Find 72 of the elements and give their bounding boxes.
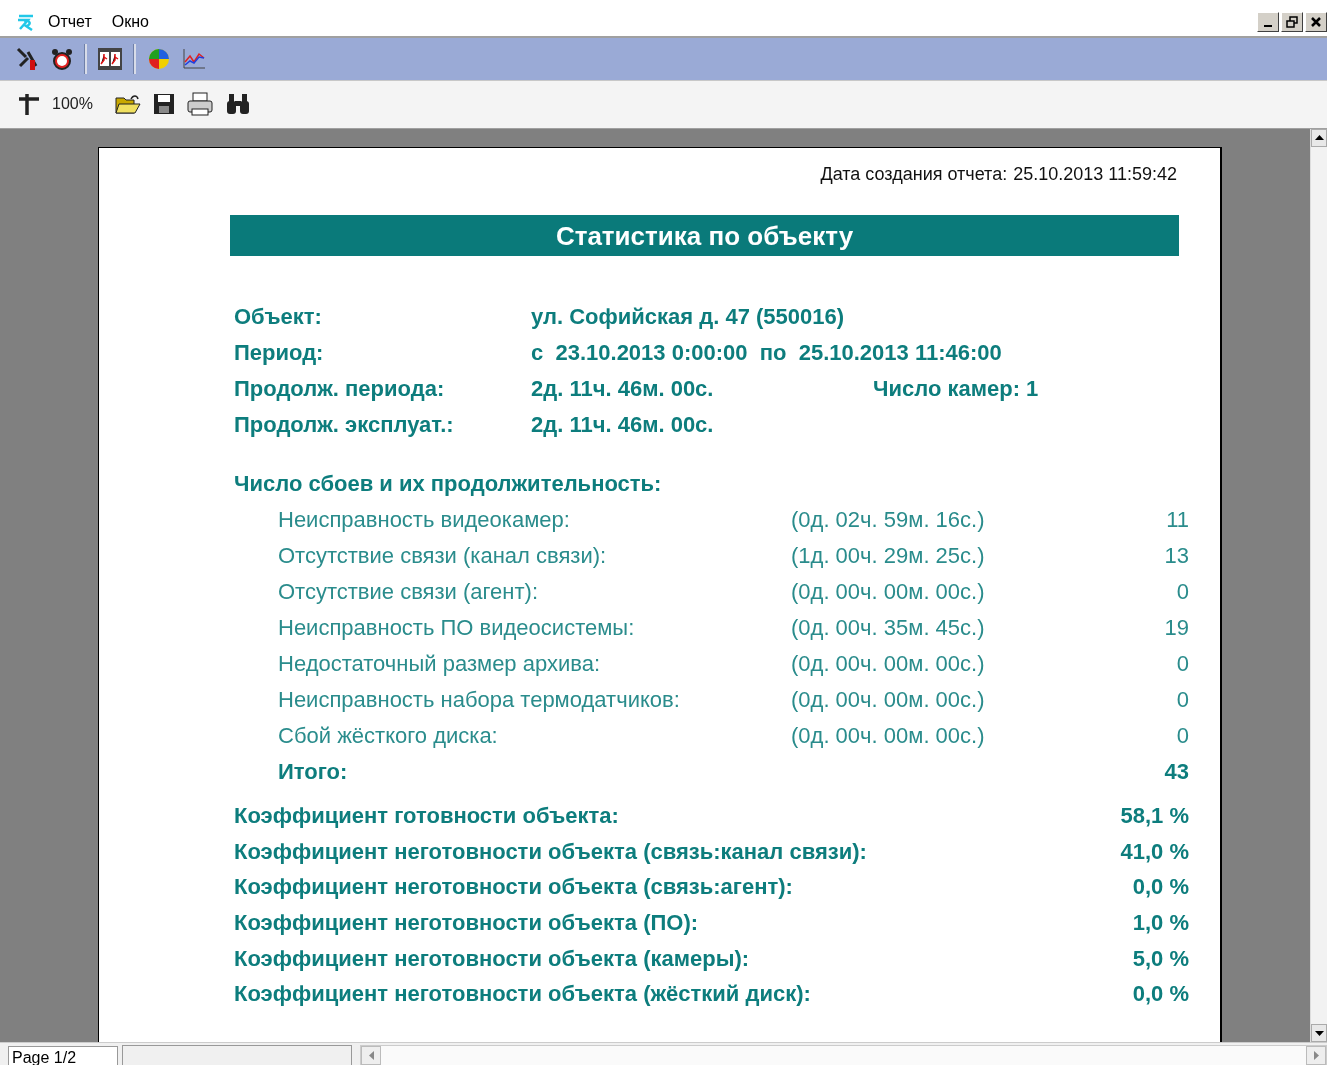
failure-duration: (0д. 00ч. 00м. 00с.)	[791, 722, 986, 749]
failure-count: 11	[1166, 506, 1189, 533]
report-date: 25.10.2013 11:59:42	[1013, 163, 1177, 185]
binoculars-icon[interactable]	[224, 93, 251, 116]
restore-icon	[1286, 16, 1298, 28]
field-label: Продолж. периода:	[234, 375, 446, 402]
tools-icon[interactable]	[14, 45, 40, 72]
failure-count: 13	[1164, 542, 1189, 569]
field-value: 2д. 11ч. 46м. 00с.	[531, 411, 715, 438]
failure-count: 0	[1176, 686, 1189, 713]
open-folder-icon[interactable]	[114, 93, 141, 116]
save-icon[interactable]	[152, 93, 175, 116]
minimize-button[interactable]	[1257, 12, 1279, 32]
total-label: Итого:	[278, 758, 349, 785]
report-title: Статистика по объекту	[230, 214, 1179, 256]
failure-duration: (0д. 00ч. 00м. 00с.)	[791, 650, 986, 677]
coefficient-label: Коэффициент неготовности объекта (жёсткий диск):	[234, 981, 811, 1008]
failure-label: Неисправность набора термодатчиков:	[278, 686, 681, 713]
field-label: Период:	[234, 339, 325, 366]
field-label: Объект:	[234, 303, 323, 330]
arrow-left-icon	[368, 1051, 374, 1060]
coefficient-value: 0,0 %	[1132, 874, 1189, 901]
section-heading: Число сбоев и их продолжительность:	[234, 469, 663, 498]
film-strip-icon[interactable]	[97, 46, 123, 71]
failure-label: Неисправность видеокамер:	[278, 506, 571, 533]
scroll-left-button[interactable]	[361, 1046, 381, 1065]
close-icon	[1310, 16, 1322, 28]
coefficient-label: Коэффициент готовности объекта:	[234, 802, 619, 829]
failure-duration: (1д. 00ч. 29м. 25с.)	[791, 542, 986, 569]
zoom-level[interactable]: 100%	[52, 95, 93, 114]
coefficient-label: Коэффициент неготовности объекта (связь:агент):	[234, 874, 793, 901]
menu-item[interactable]: Окно	[101, 13, 159, 31]
line-chart-icon[interactable]	[182, 47, 206, 70]
failure-count: 0	[1176, 578, 1189, 605]
arrow-down-icon	[1314, 1030, 1324, 1036]
close-button[interactable]	[1305, 12, 1327, 32]
failure-label: Отсутствие связи (агент):	[278, 578, 539, 605]
pie-chart-icon[interactable]	[146, 46, 172, 71]
coefficient-value: 1,0 %	[1132, 909, 1189, 936]
failure-label: Неисправность ПО видеосистемы:	[278, 614, 636, 641]
field-value: 2д. 11ч. 46м. 00с.	[531, 375, 715, 402]
restore-button[interactable]	[1281, 12, 1303, 32]
report-date-label: Дата создания отчета:	[820, 163, 1008, 185]
failure-label: Отсутствие связи (канал связи):	[278, 542, 608, 569]
arrow-up-icon	[1314, 135, 1324, 141]
field-value: ул. Софийская д. 47 (550016)	[531, 303, 846, 330]
camera-count: Число камер: 1	[873, 375, 1039, 402]
coefficient-value: 0,0 %	[1132, 981, 1189, 1008]
scroll-right-button[interactable]	[1306, 1046, 1326, 1065]
field-label: Продолж. эксплуат.:	[234, 411, 455, 438]
failure-count: 0	[1176, 650, 1189, 677]
minimize-icon	[1264, 25, 1272, 27]
coefficient-value: 58,1 %	[1120, 802, 1189, 829]
coefficient-value: 5,0 %	[1132, 945, 1189, 972]
arrow-right-icon	[1313, 1051, 1319, 1060]
failure-label: Недостаточный размер архива:	[278, 650, 602, 677]
failure-duration: (0д. 02ч. 59м. 16с.)	[791, 506, 986, 533]
coefficient-label: Коэффициент неготовности объекта (ПО):	[234, 909, 699, 936]
failure-label: Сбой жёсткого диска:	[278, 722, 499, 749]
failure-duration: (0д. 00ч. 00м. 00с.)	[791, 578, 986, 605]
failure-duration: (0д. 00ч. 35м. 45с.)	[791, 614, 986, 641]
total-count: 43	[1164, 758, 1189, 785]
menu-item[interactable]: Отчет	[38, 13, 102, 31]
failure-count: 0	[1176, 722, 1189, 749]
failure-count: 19	[1164, 614, 1189, 641]
coefficient-label: Коэффициент неготовности объекта (камеры):	[234, 945, 750, 972]
print-icon[interactable]	[186, 92, 213, 117]
alarm-clock-icon[interactable]	[50, 46, 74, 71]
field-value: с 23.10.2013 0:00:00 по 25.10.2013 11:46:00	[531, 339, 1002, 366]
coefficient-label: Коэффициент неготовности объекта (связь:канал связи):	[234, 838, 867, 865]
coefficient-value: 41,0 %	[1120, 838, 1189, 865]
failure-duration: (0д. 00ч. 00м. 00с.)	[791, 686, 986, 713]
